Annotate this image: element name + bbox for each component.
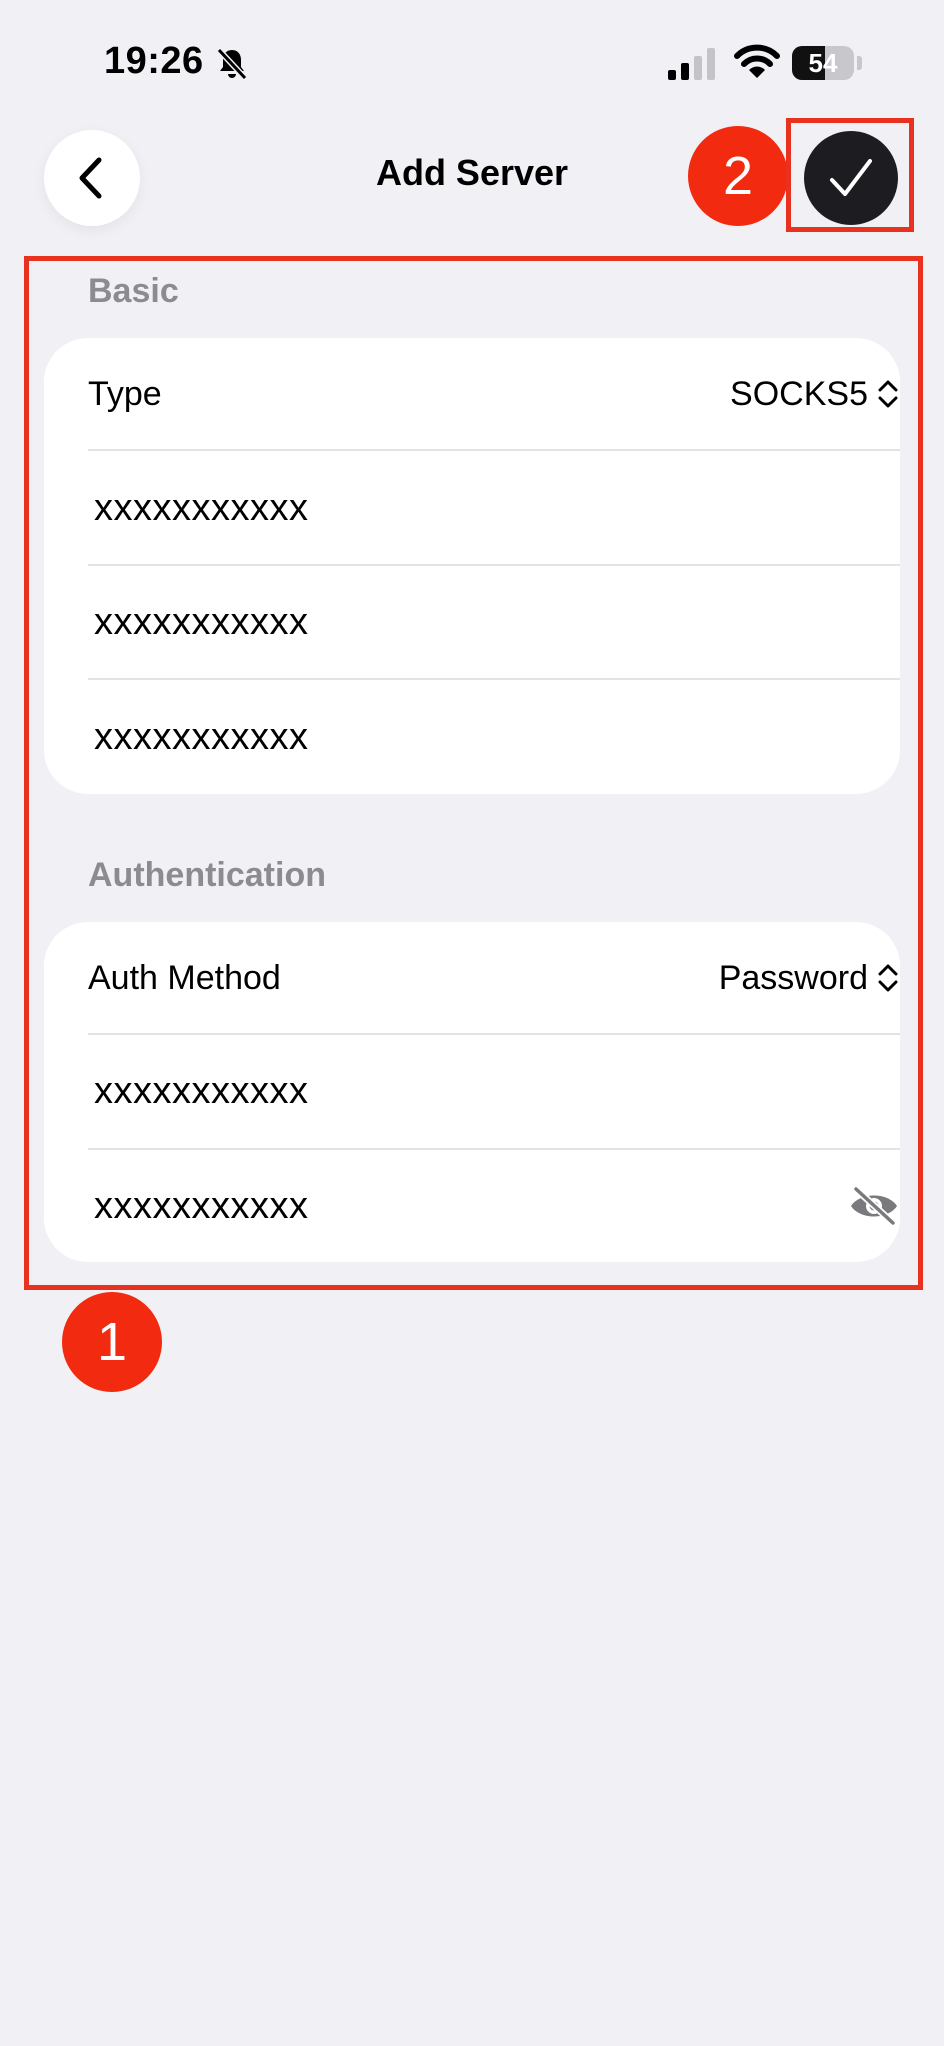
- battery-indicator: 54: [792, 46, 854, 80]
- type-value[interactable]: SOCKS5: [730, 375, 900, 414]
- step-badge-1: 1: [62, 1292, 162, 1392]
- wifi-icon: [734, 44, 780, 78]
- cellular-signal-icon: [668, 48, 715, 80]
- server-field-3[interactable]: xxxxxxxxxxx: [88, 680, 900, 794]
- type-picker-row[interactable]: Type SOCKS5: [88, 338, 900, 450]
- server-field-3-value[interactable]: xxxxxxxxxxx: [88, 716, 309, 759]
- authentication-card: Auth Method Password xxxxxxxxxxx xxxxxxx…: [44, 922, 900, 1262]
- eye-slash-icon[interactable]: [848, 1186, 900, 1226]
- battery-percentage: 54: [808, 47, 838, 78]
- basic-card: Type SOCKS5 xxxxxxxxxxx xxxxxxxxxxx xxxx…: [44, 338, 900, 794]
- password-field[interactable]: xxxxxxxxxxx: [88, 1150, 900, 1262]
- section-header-basic: Basic: [88, 272, 179, 310]
- password-value[interactable]: xxxxxxxxxxx: [88, 1185, 309, 1228]
- server-field-2[interactable]: xxxxxxxxxxx: [88, 566, 900, 679]
- bell-slash-icon: [216, 47, 248, 81]
- step-badge-2: 2: [688, 126, 788, 226]
- type-label: Type: [88, 374, 162, 413]
- type-value-text: SOCKS5: [730, 374, 868, 413]
- done-button[interactable]: [804, 131, 898, 225]
- server-field-2-value[interactable]: xxxxxxxxxxx: [88, 601, 309, 644]
- status-bar: 19:26 54: [0, 0, 944, 120]
- server-field-1[interactable]: xxxxxxxxxxx: [88, 451, 900, 565]
- chevron-up-down-icon: [878, 964, 898, 992]
- username-field[interactable]: xxxxxxxxxxx: [88, 1035, 900, 1148]
- checkmark-icon: [830, 159, 872, 196]
- username-value[interactable]: xxxxxxxxxxx: [88, 1070, 309, 1113]
- auth-method-picker-row[interactable]: Auth Method Password: [88, 922, 900, 1034]
- section-header-authentication: Authentication: [88, 856, 326, 894]
- battery-cap: [857, 56, 862, 70]
- status-time: 19:26: [104, 40, 204, 82]
- chevron-up-down-icon: [878, 380, 898, 408]
- server-field-1-value[interactable]: xxxxxxxxxxx: [88, 487, 309, 530]
- auth-method-value-text: Password: [718, 958, 868, 997]
- auth-method-value[interactable]: Password: [719, 959, 900, 998]
- auth-method-label: Auth Method: [88, 958, 281, 997]
